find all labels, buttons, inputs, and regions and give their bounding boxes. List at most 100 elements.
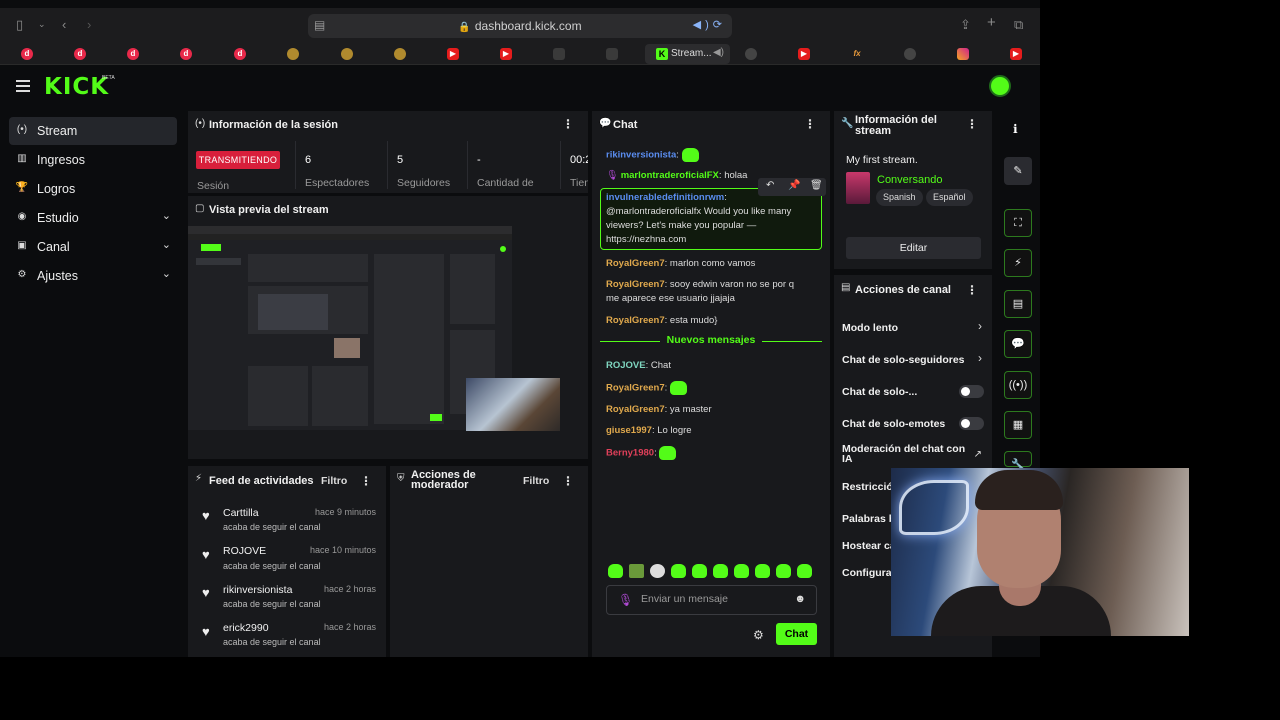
sidebar-toggle-icon[interactable]: ▯ [16, 17, 23, 33]
emote-icon[interactable] [734, 564, 749, 578]
chat-username[interactable]: marlontraderoficialFX [621, 170, 719, 181]
action-slow-mode[interactable]: Modo lento [842, 322, 987, 334]
sidebar-item-ingresos[interactable]: ▥ Ingresos [9, 146, 177, 174]
feed-filter-button[interactable]: Filtro [321, 475, 347, 487]
audio-translate-reload-icons[interactable]: ◀)⟳ [693, 18, 726, 31]
tab-favicon-icon[interactable]: ▶ [1010, 48, 1022, 60]
document-icon[interactable]: ▤ [1004, 290, 1032, 318]
emote-icon[interactable] [629, 564, 644, 578]
share-icon[interactable]: ⇪ [960, 17, 971, 33]
forward-icon[interactable]: › [87, 17, 91, 32]
kick-logo[interactable]: KICK [44, 74, 109, 100]
more-options-icon[interactable]: ⋮ [966, 117, 978, 131]
tab-favicon-icon[interactable]: d [74, 48, 86, 60]
chat-username[interactable]: RoyalGreen7 [606, 279, 665, 290]
tab-favicon-icon[interactable] [553, 48, 565, 60]
sidebar-item-stream[interactable]: (•) Stream [9, 117, 177, 145]
chat-username[interactable]: Berny1980 [606, 448, 654, 459]
chat-username[interactable]: giuse1997 [606, 425, 652, 436]
new-tab-icon[interactable]: + [987, 14, 996, 31]
emote-icon[interactable] [755, 564, 770, 578]
emote-icon[interactable] [671, 564, 686, 578]
chevron-right-icon[interactable]: › [978, 319, 982, 333]
chat-message[interactable]: rikinversionista: [606, 148, 821, 163]
speaker-icon[interactable]: ◀) [713, 47, 724, 58]
chevron-down-icon[interactable]: ⌄ [38, 19, 46, 30]
edit-stream-button[interactable]: Editar [846, 237, 981, 259]
chat-bubble-icon[interactable]: 💬 [1004, 330, 1032, 358]
chat-username[interactable]: invulnerabledefinitionrwm [606, 192, 724, 203]
emoji-icon[interactable]: ☻ [794, 593, 806, 605]
tab-favicon-icon[interactable]: d [127, 48, 139, 60]
chat-username[interactable]: RoyalGreen7 [606, 404, 665, 415]
tab-favicon-icon[interactable] [904, 48, 916, 60]
tab-favicon-icon[interactable] [957, 48, 969, 60]
mod-filter-button[interactable]: Filtro [523, 475, 549, 487]
emote-icon[interactable] [776, 564, 791, 578]
chat-message[interactable]: giuse1997: Lo logre [606, 424, 821, 438]
tool-icon[interactable]: 🔧 [1004, 451, 1032, 471]
tab-favicon-icon[interactable]: d [234, 48, 246, 60]
emote-icon[interactable] [692, 564, 707, 578]
more-options-icon[interactable]: ⋮ [562, 117, 574, 131]
chat-message[interactable]: RoyalGreen7: [606, 381, 821, 396]
sidebar-item-logros[interactable]: 🏆 Logros [9, 175, 177, 203]
subs-only-toggle[interactable] [959, 385, 984, 398]
emote-icon[interactable] [608, 564, 623, 578]
action-ai-moderation[interactable]: Moderación del chat con IA [842, 444, 967, 465]
category-name[interactable]: Conversando [877, 174, 942, 186]
stream-preview-image[interactable] [188, 226, 512, 430]
new-messages-divider[interactable]: Nuevos mensajes [600, 334, 822, 348]
chat-message[interactable]: invulnerabledefinitionrwm: @marlontrader… [606, 191, 811, 247]
tab-favicon-icon[interactable]: ▶ [447, 48, 459, 60]
address-bar[interactable]: ▤ 🔒 dashboard.kick.com ◀)⟳ [308, 14, 732, 38]
fullscreen-icon[interactable]: ⛶ [1004, 209, 1032, 237]
reply-icon[interactable]: ↶ [766, 180, 774, 191]
tab-favicon-icon[interactable]: fx [851, 48, 863, 60]
pencil-icon[interactable]: ✎ [1004, 157, 1032, 185]
more-options-icon[interactable]: ⋮ [360, 474, 372, 488]
emote-icon[interactable] [650, 564, 665, 578]
chat-message[interactable]: RoyalGreen7: ya master [606, 403, 821, 417]
sidebar-item-canal[interactable]: ▣ Canal ⌄ [9, 233, 177, 261]
pin-icon[interactable]: 📌 [788, 180, 800, 191]
info-icon[interactable]: ℹ [1013, 122, 1018, 136]
chat-username[interactable]: RoyalGreen7 [606, 383, 665, 394]
message-field[interactable] [641, 593, 791, 605]
chat-username[interactable]: rikinversionista [606, 150, 676, 161]
chat-message[interactable]: RoyalGreen7: sooy edwin varon no se por … [606, 278, 806, 306]
action-followers-only[interactable]: Chat de solo-seguidores [842, 354, 987, 366]
more-options-icon[interactable]: ⋮ [966, 283, 978, 297]
menu-icon[interactable] [16, 80, 30, 92]
trash-icon[interactable]: 🗑 [810, 180, 823, 191]
tab-favicon-icon[interactable]: ▶ [798, 48, 810, 60]
chat-message[interactable]: Berny1980: [606, 446, 821, 461]
tab-favicon-icon[interactable] [394, 48, 406, 60]
more-options-icon[interactable]: ⋮ [804, 117, 816, 131]
chat-username[interactable]: RoyalGreen7 [606, 315, 665, 326]
tab-favicon-icon[interactable]: d [21, 48, 33, 60]
mic-icon[interactable]: 🎙 [618, 593, 633, 607]
emotes-only-toggle[interactable] [959, 417, 984, 430]
send-chat-button[interactable]: Chat [776, 623, 817, 645]
more-options-icon[interactable]: ⋮ [562, 474, 574, 488]
back-icon[interactable]: ‹ [62, 17, 66, 32]
chat-input[interactable]: 🎙 ☻ [606, 585, 817, 615]
tab-favicon-icon[interactable]: d [180, 48, 192, 60]
chat-message[interactable]: ROJOVE: Chat [606, 359, 821, 373]
chat-username[interactable]: ROJOVE [606, 360, 646, 371]
tab-favicon-icon[interactable]: ▶ [500, 48, 512, 60]
gear-icon[interactable]: ⚙ [753, 628, 764, 642]
chevron-right-icon[interactable]: › [978, 351, 982, 365]
sidebar-item-ajustes[interactable]: ⚙ Ajustes ⌄ [9, 262, 177, 290]
active-tab[interactable]: K Stream... ◀) [645, 44, 730, 64]
external-link-icon[interactable]: ↗ [974, 449, 982, 460]
chat-username[interactable]: RoyalGreen7 [606, 258, 665, 269]
chat-message[interactable]: RoyalGreen7: marlon como vamos [606, 257, 821, 271]
sidebar-item-estudio[interactable]: ◉ Estudio ⌄ [9, 204, 177, 232]
layout-icon[interactable]: ▦ [1004, 411, 1032, 439]
tab-favicon-icon[interactable] [745, 48, 757, 60]
emote-icon[interactable] [797, 564, 812, 578]
emote-icon[interactable] [713, 564, 728, 578]
tab-favicon-icon[interactable] [606, 48, 618, 60]
